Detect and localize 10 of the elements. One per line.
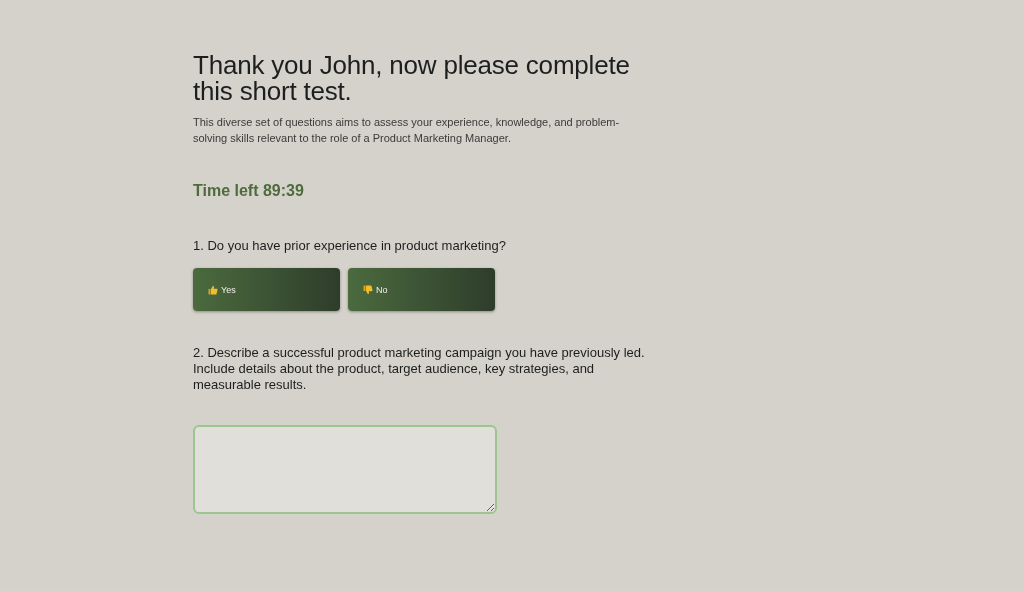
answer-button[interactable]: No [348,268,495,311]
answer-button[interactable]: Yes [193,268,340,311]
answer-box[interactable] [193,425,497,514]
thumbs-down-icon [363,284,373,295]
intro-text: This diverse set of questions aims to assess your experience, knowledge, and problem-solving skills relevant to the role of a Product Marketing Manager. [193,115,621,146]
thumbs-up-icon [208,284,218,295]
page-heading: Thank you John, now please complete this short test. [193,52,631,104]
question-text: 1. Do you have prior experience in product marketing? [193,238,507,254]
timer-text: Time left 89:39 [193,182,305,200]
question-text: 2. Describe a successful product marketing campaign you have previously led. Include details about the product, target audience, key strategies, and measurable results. [193,345,646,393]
